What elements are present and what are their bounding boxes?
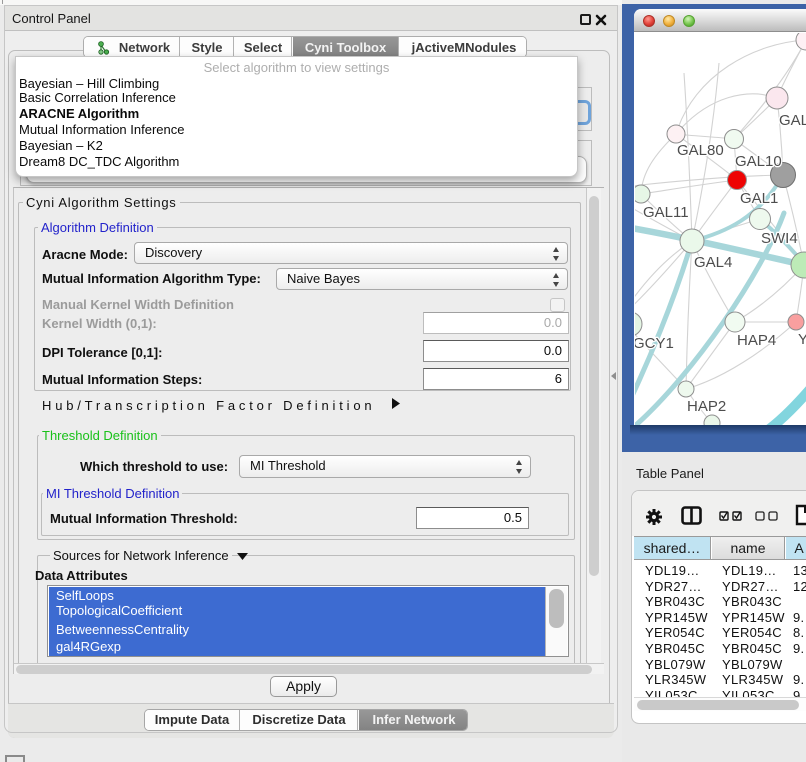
- svg-text:GAL4: GAL4: [694, 254, 732, 271]
- svg-text:GAL10: GAL10: [735, 153, 782, 170]
- svg-text:GCY1: GCY1: [635, 335, 674, 352]
- svg-text:SWI4: SWI4: [761, 230, 798, 247]
- svg-text:HAP4: HAP4: [737, 332, 776, 349]
- svg-text:HAP2: HAP2: [687, 398, 726, 415]
- svg-text:GAL80: GAL80: [677, 142, 724, 159]
- svg-text:GAL8: GAL8: [779, 112, 806, 129]
- svg-text:Y: Y: [798, 331, 806, 348]
- svg-text:GAL1: GAL1: [740, 190, 778, 207]
- svg-text:GAL11: GAL11: [643, 204, 689, 221]
